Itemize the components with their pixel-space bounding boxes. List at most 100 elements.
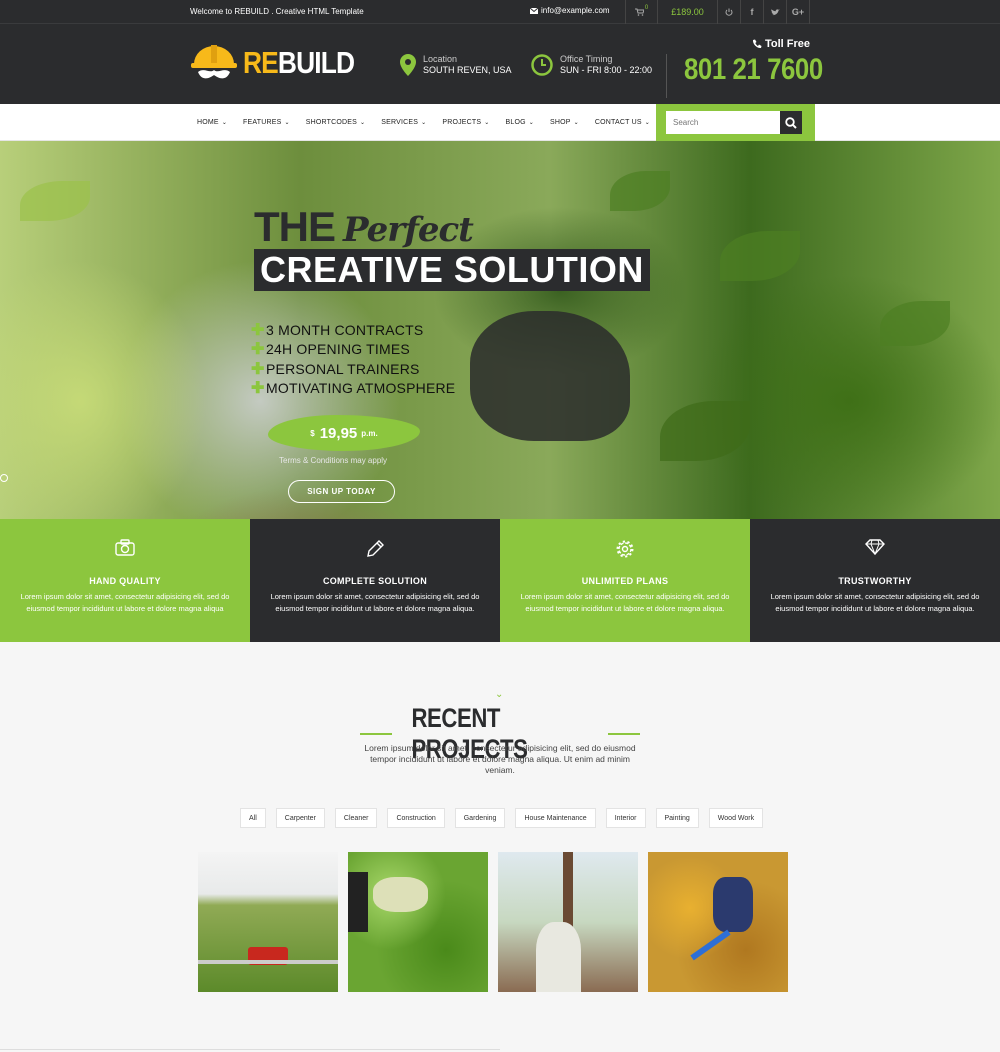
- feature-text: PERSONAL TRAINERS: [266, 360, 420, 377]
- filter-carpenter[interactable]: Carpenter: [275, 808, 325, 828]
- facebook-link[interactable]: f: [740, 0, 763, 24]
- filter-house-maintenance[interactable]: House Maintenance: [515, 808, 596, 828]
- nav-item-services[interactable]: SERVICES ⌄: [381, 119, 426, 126]
- nav-label: SERVICES: [381, 119, 419, 126]
- location-label: Location: [423, 54, 458, 64]
- nav-item-blog[interactable]: BLOG ⌄: [506, 119, 535, 126]
- filter-construction[interactable]: Construction: [387, 808, 445, 828]
- logo-build: BUILD: [277, 45, 355, 80]
- header-divider: [666, 54, 667, 98]
- leaf-decoration: [720, 231, 800, 281]
- signup-button[interactable]: SIGN UP TODAY: [288, 480, 395, 503]
- project-thumb-leaf-raking[interactable]: [648, 852, 788, 992]
- chevron-down-icon: ⌄: [528, 120, 535, 126]
- map-marker-icon: [400, 54, 416, 76]
- heading-line-left: [360, 733, 392, 735]
- search-icon: [785, 116, 797, 129]
- gear-icon: [615, 539, 635, 559]
- power-icon: [725, 8, 733, 16]
- pencil-icon: [365, 539, 385, 559]
- project-thumb-hedge-trimming[interactable]: [348, 852, 488, 992]
- search-input[interactable]: [666, 111, 780, 134]
- nav-item-contact[interactable]: CONTACT US ⌄: [595, 119, 650, 126]
- list-item: ✚ PERSONAL TRAINERS: [251, 359, 455, 379]
- plus-icon: ✚: [251, 380, 265, 398]
- box-title: COMPLETE SOLUTION: [322, 576, 428, 586]
- feature-box-hand-quality: HAND QUALITY Lorem ipsum dolor sit amet,…: [0, 519, 250, 642]
- filter-painting[interactable]: Painting: [655, 808, 699, 828]
- project-thumb-lawn-mower[interactable]: [198, 852, 338, 992]
- hero-title-line1: THE Perfect: [254, 203, 474, 251]
- chevron-down-icon: ⌄: [495, 689, 504, 700]
- search-button[interactable]: [780, 111, 802, 134]
- hero-title-perfect: Perfect: [343, 210, 474, 250]
- email-link[interactable]: info@example.com: [530, 6, 610, 15]
- rake-shape: [690, 929, 731, 961]
- google-plus-link[interactable]: G+: [786, 0, 810, 24]
- filter-all[interactable]: All: [240, 808, 266, 828]
- feature-box-trustworthy: TRUSTWORTHY Lorem ipsum dolor sit amet, …: [750, 519, 1000, 642]
- main-nav: HOME ⌄ FEATURES ⌄ SHORTCODES ⌄ SERVICES ⌄ PR…: [0, 104, 1000, 141]
- toll-free-label: Toll Free: [752, 38, 810, 50]
- filter-interior[interactable]: Interior: [605, 808, 646, 828]
- box-title: HAND QUALITY: [89, 576, 161, 586]
- phone-icon: [752, 39, 762, 49]
- leaf-decoration: [660, 401, 750, 461]
- price-currency: $: [310, 428, 315, 438]
- chevron-down-icon: ⌄: [573, 120, 579, 126]
- project-filters: All Carpenter Cleaner Construction Garde…: [240, 808, 764, 828]
- nav-label: SHORTCODES: [305, 119, 357, 126]
- chevron-down-icon: ⌄: [359, 120, 366, 126]
- logo[interactable]: REBUILD: [190, 42, 374, 84]
- leaf-decoration: [610, 171, 670, 211]
- timing-info: Office Timing SUN - FRI 8:00 - 22:00: [531, 54, 652, 76]
- slider-indicator[interactable]: [0, 474, 8, 482]
- nav-item-shop[interactable]: SHOP ⌄: [550, 119, 579, 126]
- heading-line-right: [608, 733, 641, 735]
- phone-number[interactable]: 801 21 7600: [684, 53, 823, 87]
- twitter-link[interactable]: [763, 0, 786, 24]
- menu: HOME ⌄ FEATURES ⌄ SHORTCODES ⌄ SERVICES ⌄ PR…: [197, 104, 666, 141]
- box-text: Lorem ipsum dolor sit amet, consectetur …: [520, 592, 730, 613]
- cart-total[interactable]: £189.00: [657, 0, 717, 24]
- project-thumb-tree-pruning[interactable]: [498, 852, 638, 992]
- chevron-down-icon: ⌄: [284, 120, 290, 126]
- chevron-down-icon: ⌄: [421, 120, 427, 126]
- location-info: Location SOUTH REVEN, USA: [400, 54, 512, 76]
- hardhat-mustache-icon: [191, 45, 237, 79]
- project-gallery: [198, 852, 788, 992]
- list-item: ✚ MOTIVATING ATMOSPHERE: [251, 379, 455, 399]
- chevron-down-icon: ⌄: [644, 120, 650, 126]
- google-plus-icon: G+: [791, 7, 805, 17]
- list-item: ✚ 24H OPENING TIMES: [251, 340, 455, 360]
- feature-box-unlimited-plans: UNLIMITED PLANS Lorem ipsum dolor sit am…: [500, 519, 750, 642]
- nav-label: CONTACT US: [594, 119, 642, 126]
- nav-item-home[interactable]: HOME ⌄: [197, 119, 227, 126]
- path-shape: [198, 960, 338, 964]
- filter-gardening[interactable]: Gardening: [454, 808, 506, 828]
- box-text: Lorem ipsum dolor sit amet, consectetur …: [770, 592, 980, 613]
- timing-value: SUN - FRI 8:00 - 22:00: [560, 65, 653, 75]
- nav-item-projects[interactable]: PROJECTS ⌄: [442, 119, 489, 126]
- nav-item-features[interactable]: FEATURES ⌄: [243, 119, 290, 126]
- plus-icon: ✚: [251, 321, 265, 339]
- filter-cleaner[interactable]: Cleaner: [334, 808, 378, 828]
- list-item: ✚ 3 MONTH CONTRACTS: [251, 320, 455, 340]
- person-shape: [713, 877, 753, 932]
- nav-label: BLOG: [505, 119, 526, 126]
- camera-icon: [115, 539, 135, 559]
- welcome-text: Welcome to REBUILD . Creative HTML Templ…: [190, 7, 364, 16]
- terms-text: Terms & Conditions may apply: [279, 456, 388, 465]
- power-button[interactable]: [717, 0, 740, 24]
- hero-slider: [0, 141, 1000, 519]
- hero-title-line2: CREATIVE SOLUTION: [254, 249, 650, 291]
- nav-item-shortcodes[interactable]: SHORTCODES ⌄: [306, 119, 366, 126]
- plus-icon: ✚: [251, 360, 265, 378]
- box-title: TRUSTWORTHY: [838, 576, 912, 586]
- feature-box-complete-solution: COMPLETE SOLUTION Lorem ipsum dolor sit …: [250, 519, 500, 642]
- filter-wood-work[interactable]: Wood Work: [708, 808, 764, 828]
- cart-button[interactable]: 0: [625, 0, 657, 24]
- price-amount: 19,95: [319, 424, 358, 442]
- footer-divider: [0, 1049, 500, 1050]
- feature-text: 24H OPENING TIMES: [266, 341, 410, 358]
